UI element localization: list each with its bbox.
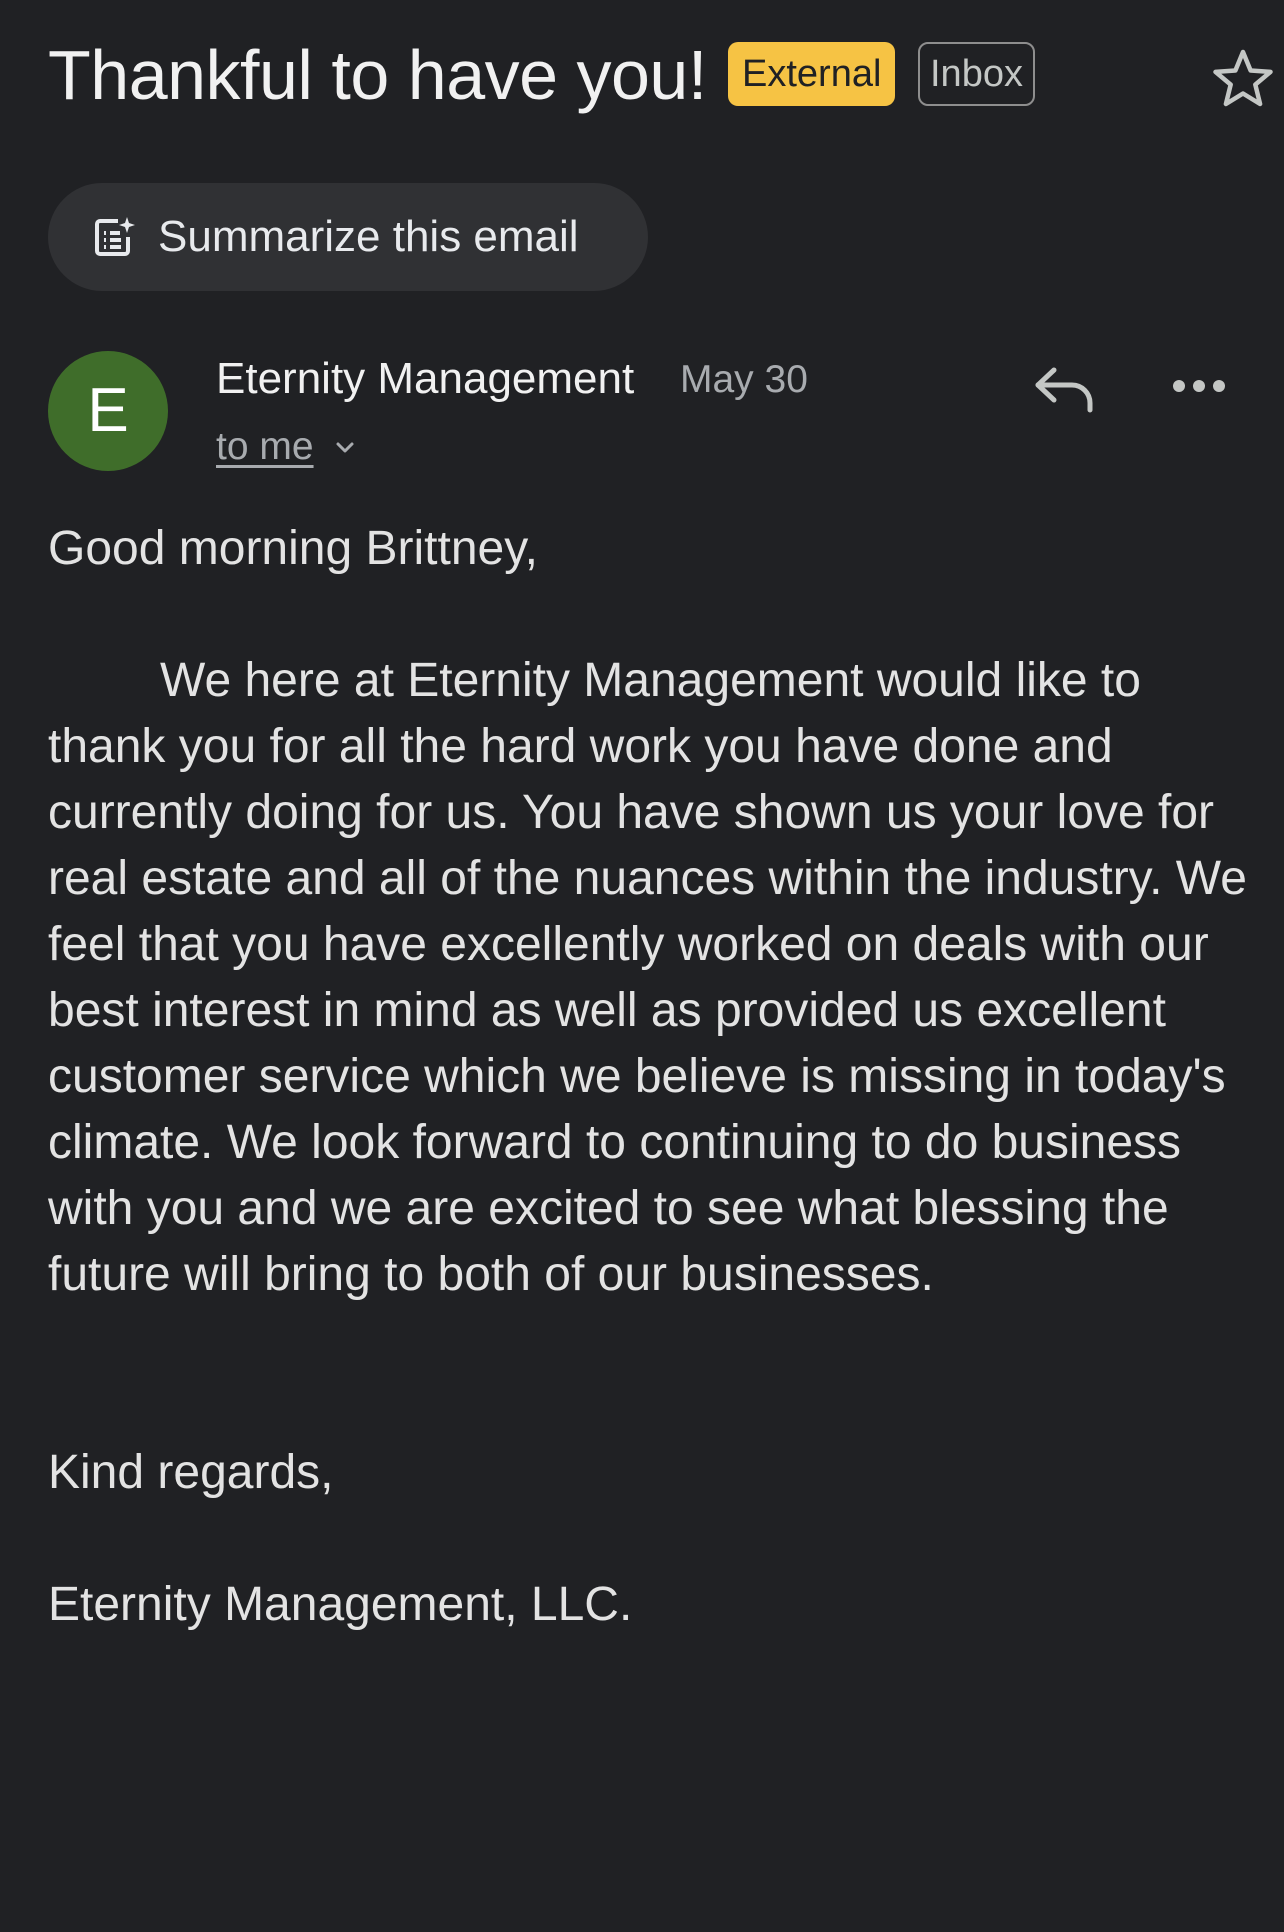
summarize-icon [95, 217, 135, 256]
email-paragraph: We here at Eternity Management would lik… [48, 654, 1247, 1301]
reply-button[interactable] [1030, 358, 1100, 418]
recipient-details-toggle[interactable]: to me [216, 422, 354, 472]
summarize-email-button[interactable]: Summarize this email [48, 183, 648, 291]
inbox-label[interactable]: Inbox [918, 42, 1035, 106]
email-greeting: Good morning Brittney, [48, 522, 539, 575]
sender-name[interactable]: Eternity Management [216, 352, 634, 406]
email-subject: Thankful to have you! [48, 36, 707, 114]
star-icon [1213, 49, 1273, 107]
reply-icon [1035, 367, 1093, 413]
sent-date: May 30 [680, 358, 808, 401]
email-closing: Kind regards, [48, 1446, 334, 1499]
more-icon [1173, 380, 1225, 392]
external-label: External [728, 42, 896, 106]
email-body: Good morning Brittney, We here at Eterni… [48, 516, 1248, 1638]
sender-avatar[interactable]: E [48, 351, 168, 471]
summarize-label: Summarize this email [158, 212, 579, 261]
email-subject-row: Thankful to have you! External Inbox [48, 30, 1273, 120]
star-button[interactable] [1208, 44, 1278, 114]
chevron-down-icon [336, 442, 354, 453]
recipient-label: to me [216, 425, 314, 468]
more-options-button[interactable] [1164, 360, 1234, 410]
email-signature: Eternity Management, LLC. [48, 1578, 633, 1631]
